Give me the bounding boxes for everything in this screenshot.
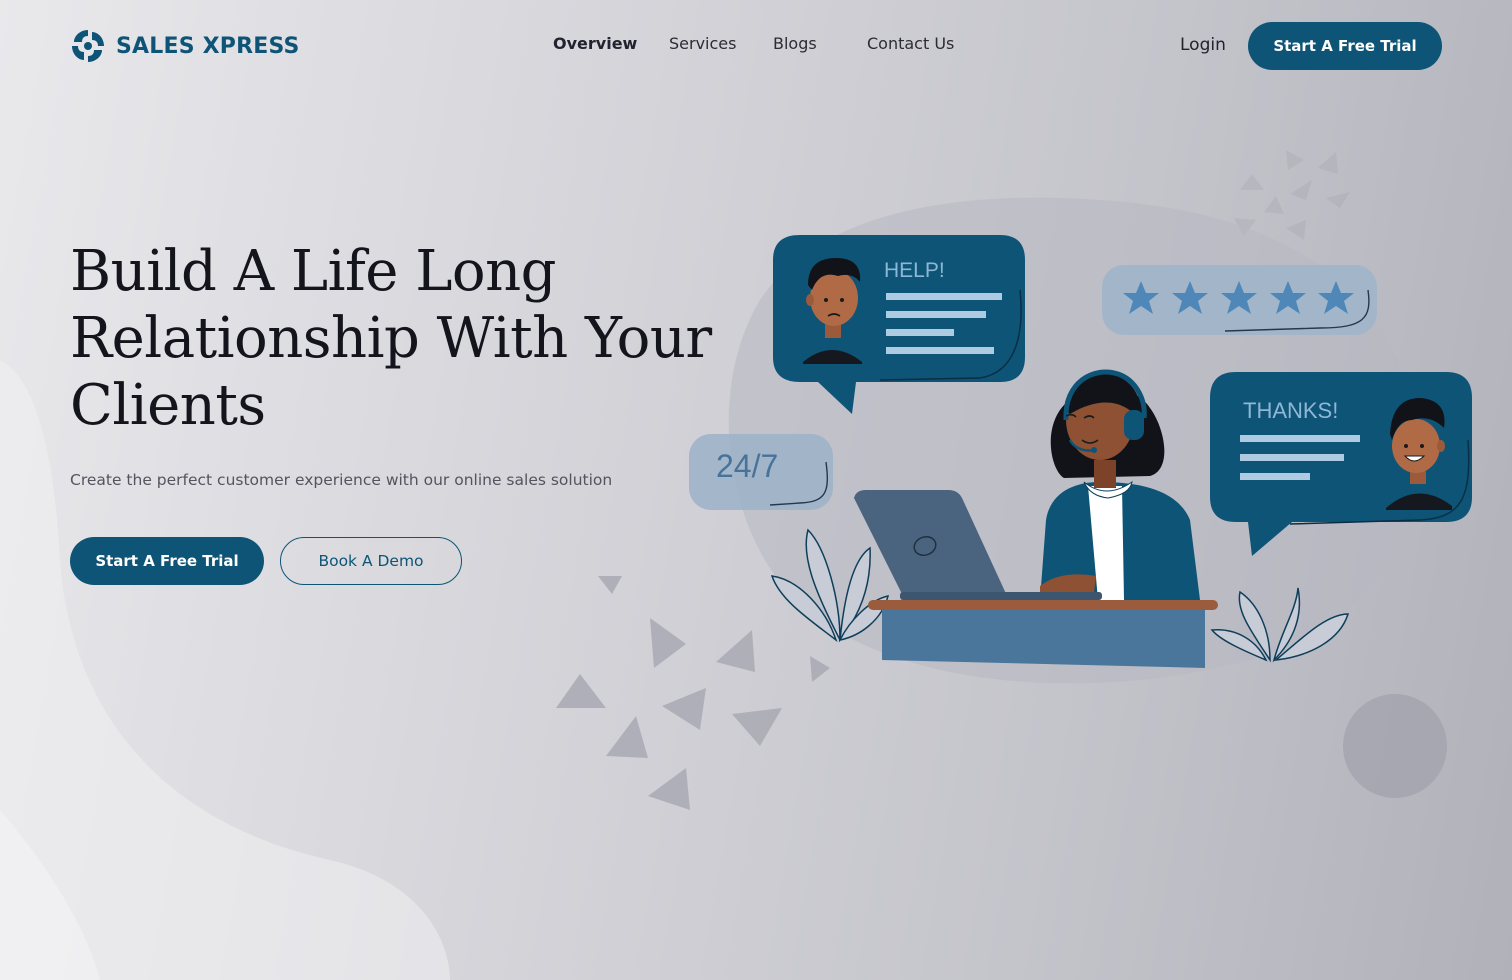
site-header: SALES XPRESS Overview Services Blogs Con…	[0, 0, 1512, 92]
nav-blogs[interactable]: Blogs	[773, 34, 817, 53]
desk	[868, 600, 1218, 668]
brand-name: SALES XPRESS	[116, 33, 300, 59]
rating-card	[1102, 265, 1377, 335]
nav-services[interactable]: Services	[669, 34, 736, 53]
nav-overview[interactable]: Overview	[553, 34, 637, 53]
header-free-trial-button[interactable]: Start A Free Trial	[1248, 22, 1442, 70]
swirl-logo-icon	[72, 30, 104, 62]
nav-contact-us[interactable]: Contact Us	[867, 34, 954, 53]
hero-illustration: HELP! 24/7 THANKS!	[540, 130, 1512, 830]
help-bubble-text: HELP!	[884, 259, 945, 282]
availability-text: 24/7	[716, 448, 778, 484]
login-link[interactable]: Login	[1180, 35, 1226, 55]
thanks-bubble-text: THANKS!	[1243, 398, 1338, 423]
availability-tag: 24/7	[689, 434, 833, 510]
brand-logo[interactable]: SALES XPRESS	[70, 28, 300, 64]
hero-free-trial-button[interactable]: Start A Free Trial	[70, 537, 264, 585]
book-demo-button[interactable]: Book A Demo	[280, 537, 462, 585]
